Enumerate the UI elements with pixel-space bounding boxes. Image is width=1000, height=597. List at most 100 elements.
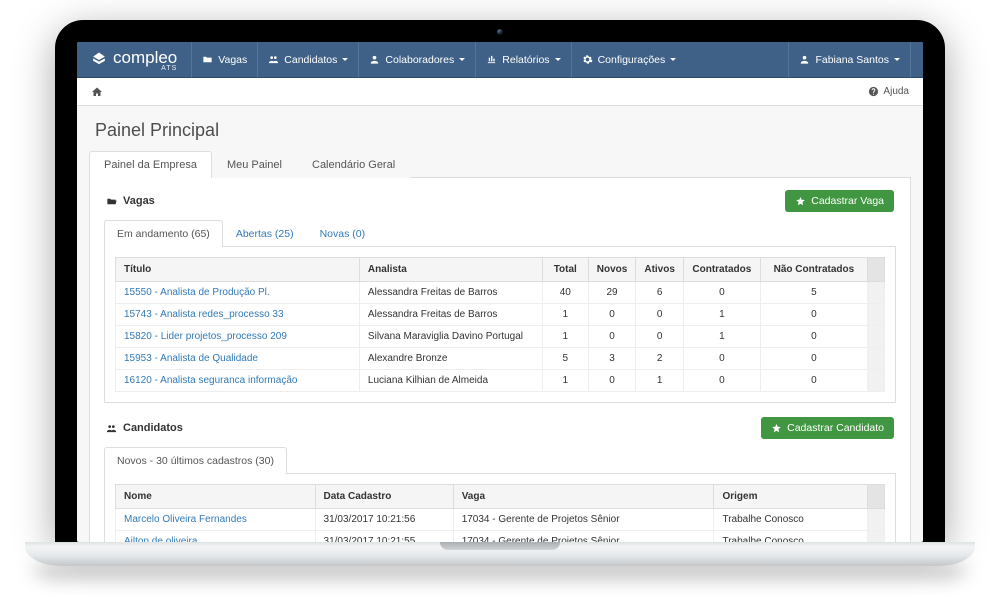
cell-nao-contratados: 0	[760, 304, 867, 326]
cell-nao-contratados: 0	[760, 326, 867, 348]
table-row: 15953 - Analista de QualidadeAlexandre B…	[116, 348, 885, 370]
home-icon[interactable]	[91, 86, 103, 98]
tab-painel-empresa[interactable]: Painel da Empresa	[89, 151, 212, 178]
cell-nao-contratados: 0	[760, 348, 867, 370]
tab-calendario[interactable]: Calendário Geral	[297, 151, 410, 178]
camera-dot	[497, 29, 503, 35]
cell-total: 1	[542, 326, 588, 348]
content-area: Painel Principal Painel da Empresa Meu P…	[77, 106, 923, 542]
cell-contratados: 0	[683, 348, 760, 370]
brand-logo[interactable]: compleo ATS	[89, 48, 177, 72]
cell-ativos: 1	[636, 370, 684, 392]
cell-ativos: 0	[636, 304, 684, 326]
candidatos-header: Candidatos Cadastrar Candidato	[106, 417, 894, 439]
star-icon	[771, 423, 782, 434]
help-link[interactable]: Ajuda	[868, 86, 909, 97]
vagas-subtabs: Em andamento (65) Abertas (25) Novas (0)	[104, 220, 896, 247]
vaga-link[interactable]: 15820 - Lider projetos_processo 209	[124, 331, 287, 342]
cell-ativos: 0	[636, 326, 684, 348]
col-vaga[interactable]: Vaga	[453, 485, 714, 509]
tab-meu-painel[interactable]: Meu Painel	[212, 151, 297, 178]
cell-contratados: 1	[683, 304, 760, 326]
main-tabs: Painel da Empresa Meu Painel Calendário …	[89, 151, 911, 178]
scrollbar[interactable]	[868, 509, 885, 531]
table-row: Ailton de oliveira31/03/2017 10:21:55170…	[116, 531, 885, 543]
nav-candidatos[interactable]: Candidatos	[257, 42, 358, 78]
page-title: Painel Principal	[95, 120, 905, 141]
candidatos-subtabs: Novos - 30 últimos cadastros (30)	[104, 447, 896, 474]
cell-total: 1	[542, 370, 588, 392]
col-total[interactable]: Total	[542, 258, 588, 282]
cell-analista: Alessandra Freitas de Barros	[359, 304, 542, 326]
cell-vaga: 17034 - Gerente de Projetos Sênior	[453, 531, 714, 543]
cell-total: 1	[542, 304, 588, 326]
cell-contratados: 0	[683, 282, 760, 304]
subtab-novas[interactable]: Novas (0)	[307, 220, 379, 247]
cell-vaga: 17034 - Gerente de Projetos Sênior	[453, 509, 714, 531]
cell-data: 31/03/2017 10:21:56	[315, 509, 453, 531]
cadastrar-vaga-button[interactable]: Cadastrar Vaga	[785, 190, 894, 212]
scrollbar[interactable]	[868, 282, 885, 304]
scrollbar[interactable]	[868, 258, 885, 282]
scrollbar[interactable]	[868, 531, 885, 543]
nav-relatorios[interactable]: Relatórios	[475, 42, 570, 78]
folder-open-icon	[106, 196, 117, 207]
col-data[interactable]: Data Cadastro	[315, 485, 453, 509]
vagas-title: Vagas	[123, 195, 155, 207]
cell-contratados: 0	[683, 370, 760, 392]
col-ativos[interactable]: Ativos	[636, 258, 684, 282]
chevron-down-icon	[342, 58, 348, 61]
help-icon	[868, 86, 879, 97]
cell-nao-contratados: 5	[760, 282, 867, 304]
subtab-em-andamento[interactable]: Em andamento (65)	[104, 220, 223, 247]
scrollbar[interactable]	[868, 304, 885, 326]
col-novos[interactable]: Novos	[588, 258, 636, 282]
laptop-frame: compleo ATS Vagas Candidatos Colaborador…	[55, 20, 945, 566]
col-analista[interactable]: Analista	[359, 258, 542, 282]
chart-icon	[486, 54, 497, 65]
chevron-down-icon	[555, 58, 561, 61]
nav-user[interactable]: Fabiana Santos	[788, 42, 911, 78]
chevron-down-icon	[894, 58, 900, 61]
user-icon	[799, 54, 810, 65]
col-contratados[interactable]: Contratados	[683, 258, 760, 282]
cell-data: 31/03/2017 10:21:55	[315, 531, 453, 543]
vaga-link[interactable]: 15743 - Analista redes_processo 33	[124, 309, 284, 320]
vagas-table: Título Analista Total Novos Ativos Contr…	[115, 257, 885, 392]
nav-configuracoes[interactable]: Configurações	[571, 42, 687, 78]
col-origem[interactable]: Origem	[714, 485, 868, 509]
vaga-link[interactable]: 16120 - Analista seguranca informação	[124, 375, 297, 386]
subtab-cand-novos[interactable]: Novos - 30 últimos cadastros (30)	[104, 447, 287, 474]
table-row: 16120 - Analista seguranca informaçãoLuc…	[116, 370, 885, 392]
breadcrumb-bar: Ajuda	[77, 78, 923, 106]
table-row: 15820 - Lider projetos_processo 209 Silva…	[116, 326, 885, 348]
cell-analista: Alessandra Freitas de Barros	[359, 282, 542, 304]
col-nao-contratados[interactable]: Não Contratados	[760, 258, 867, 282]
col-titulo[interactable]: Título	[116, 258, 360, 282]
vaga-link[interactable]: 15550 - Analista de Produção Pl.	[124, 287, 270, 298]
scrollbar[interactable]	[868, 326, 885, 348]
cell-ativos: 2	[636, 348, 684, 370]
cell-ativos: 6	[636, 282, 684, 304]
cadastrar-candidato-button[interactable]: Cadastrar Candidato	[761, 417, 894, 439]
nav-vagas[interactable]: Vagas	[191, 42, 257, 78]
vaga-link[interactable]: 15953 - Analista de Qualidade	[124, 353, 258, 364]
scrollbar[interactable]	[868, 348, 885, 370]
scrollbar[interactable]	[868, 370, 885, 392]
cell-analista: Silvana Maraviglia Davino Portugal	[359, 326, 542, 348]
scrollbar[interactable]	[868, 485, 885, 509]
cell-nao-contratados: 0	[760, 370, 867, 392]
brand-sub: ATS	[113, 65, 177, 72]
subtab-abertas[interactable]: Abertas (25)	[223, 220, 307, 247]
table-row: 15550 - Analista de Produção Pl. Alessand…	[116, 282, 885, 304]
chevron-down-icon	[459, 58, 465, 61]
users-icon	[268, 54, 279, 65]
candidato-link[interactable]: Marcelo Oliveira Fernandes	[124, 514, 247, 525]
nav-colaboradores[interactable]: Colaboradores	[358, 42, 475, 78]
vagas-header: Vagas Cadastrar Vaga	[106, 190, 894, 212]
cell-total: 40	[542, 282, 588, 304]
cell-novos: 29	[588, 282, 636, 304]
col-nome[interactable]: Nome	[116, 485, 316, 509]
cell-novos: 0	[588, 370, 636, 392]
laptop-notch	[440, 542, 560, 550]
